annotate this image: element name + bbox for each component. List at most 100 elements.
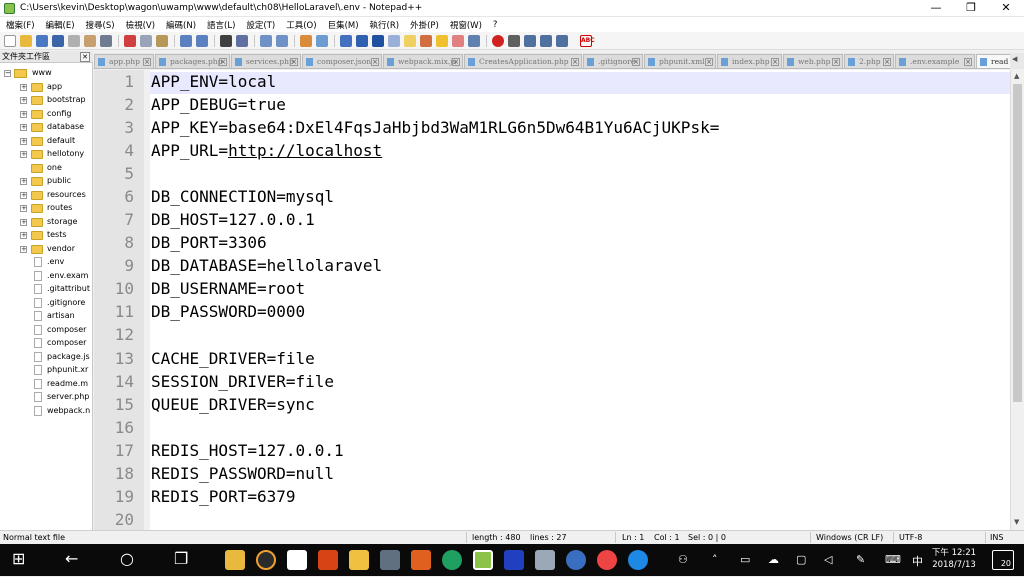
code-editor[interactable]: 1 APP_ENV=local 2 APP_DEBUG=true 3 APP_K… xyxy=(94,70,1010,530)
menu-help[interactable]: ? xyxy=(493,20,498,30)
tab-composer-json[interactable]: composer.json × xyxy=(302,54,382,68)
vertical-scrollbar[interactable]: ▲ ▼ xyxy=(1010,70,1024,530)
task-view-icon[interactable]: ❐ xyxy=(174,549,188,569)
close-file-icon[interactable] xyxy=(68,35,80,47)
keyboard-icon[interactable]: ⌨ xyxy=(885,553,901,566)
app-circle-icon[interactable] xyxy=(256,550,276,570)
run-macro-multiple-icon[interactable] xyxy=(540,35,552,47)
back-icon[interactable]: ← xyxy=(65,549,78,569)
monitor-icon[interactable] xyxy=(468,35,480,47)
tree-folder[interactable]: + config xyxy=(0,108,93,121)
menu-tools[interactable]: 工具(O) xyxy=(286,19,316,31)
search-icon[interactable]: ○ xyxy=(120,549,134,569)
tab-2-php[interactable]: 2.php × xyxy=(844,54,894,68)
code-line[interactable]: DB_PASSWORD=0000 xyxy=(151,302,305,321)
tab-close-icon[interactable]: × xyxy=(290,58,298,66)
tree-file[interactable]: webpack.n xyxy=(0,405,93,418)
scroll-up-icon[interactable]: ▲ xyxy=(1014,72,1019,80)
code-line[interactable]: DB_PORT=3306 xyxy=(151,233,267,252)
expand-icon[interactable]: + xyxy=(20,111,27,118)
cut-icon[interactable] xyxy=(124,35,136,47)
menu-edit[interactable]: 編輯(E) xyxy=(46,19,75,31)
tree-file[interactable]: composer xyxy=(0,337,93,350)
tree-file[interactable]: composer xyxy=(0,324,93,337)
tree-root-www[interactable]: − www xyxy=(0,67,93,80)
tree-file[interactable]: artisan xyxy=(0,310,93,323)
tree-file[interactable]: .env xyxy=(0,256,93,269)
code-line[interactable]: DB_CONNECTION=mysql xyxy=(151,187,334,206)
stop-macro-icon[interactable] xyxy=(508,35,520,47)
expand-icon[interactable]: + xyxy=(20,219,27,226)
encoding-status[interactable]: UTF-8 xyxy=(899,533,922,542)
app-yellow-icon[interactable] xyxy=(349,550,369,570)
code-line[interactable]: QUEUE_DRIVER=sync xyxy=(151,395,315,414)
show-all-chars-icon[interactable] xyxy=(356,35,368,47)
new-file-icon[interactable] xyxy=(4,35,16,47)
save-all-icon[interactable] xyxy=(52,35,64,47)
menu-macro[interactable]: 巨集(M) xyxy=(328,19,359,31)
expand-icon[interactable]: + xyxy=(20,124,27,131)
tree-file[interactable]: .gitattribut xyxy=(0,283,93,296)
code-line[interactable]: DB_USERNAME=root xyxy=(151,279,305,298)
menu-search[interactable]: 搜尋(S) xyxy=(86,19,115,31)
tab-close-icon[interactable]: × xyxy=(705,58,713,66)
tab-index-php[interactable]: index.php × xyxy=(717,54,782,68)
edge-icon[interactable] xyxy=(628,550,648,570)
tab-app-php[interactable]: app.php × xyxy=(94,54,154,68)
menu-view[interactable]: 檢視(V) xyxy=(126,19,155,31)
menu-window[interactable]: 視窗(W) xyxy=(450,19,482,31)
ime-indicator[interactable]: 中 xyxy=(912,553,923,569)
zoom-out-icon[interactable] xyxy=(276,35,288,47)
tab-env-example[interactable]: .env.example × xyxy=(895,54,975,68)
tree-file[interactable]: .env.exam xyxy=(0,270,93,283)
tree-folder[interactable]: + database xyxy=(0,121,93,134)
tree-file[interactable]: readme.m xyxy=(0,378,93,391)
undo-icon[interactable] xyxy=(180,35,192,47)
virtualbox-icon[interactable] xyxy=(380,550,400,570)
tab-readme-active[interactable]: read xyxy=(976,54,1010,68)
notepadpp-taskbar-icon[interactable] xyxy=(473,550,493,570)
code-line[interactable]: REDIS_PASSWORD=null xyxy=(151,464,334,483)
tree-folder[interactable]: + hellotony xyxy=(0,148,93,161)
close-button[interactable]: ✕ xyxy=(990,0,1022,17)
menu-settings[interactable]: 設定(T) xyxy=(246,19,275,31)
tab-gitignore[interactable]: .gitignore × xyxy=(583,54,643,68)
panel-icon[interactable] xyxy=(452,35,464,47)
app-green-icon[interactable] xyxy=(442,550,462,570)
record-macro-icon[interactable] xyxy=(492,35,504,47)
expand-icon[interactable]: + xyxy=(20,178,27,185)
battery-icon[interactable]: ▭ xyxy=(740,553,750,566)
sync-horizontal-icon[interactable] xyxy=(316,35,328,47)
find-icon[interactable] xyxy=(220,35,232,47)
tab-phpunit-xml[interactable]: phpunit.xml × xyxy=(644,54,716,68)
folder-workspace-icon[interactable] xyxy=(436,35,448,47)
expand-icon[interactable]: + xyxy=(20,192,27,199)
expand-icon[interactable]: + xyxy=(20,97,27,104)
code-line[interactable]: DB_DATABASE=hellolaravel xyxy=(151,256,382,275)
monitor-icon[interactable]: ▢ xyxy=(796,553,806,566)
tab-close-icon[interactable]: × xyxy=(832,58,840,66)
menu-file[interactable]: 檔案(F) xyxy=(6,19,35,31)
scroll-down-icon[interactable]: ▼ xyxy=(1014,518,1019,526)
tab-close-icon[interactable]: × xyxy=(371,58,379,66)
tree-folder[interactable]: + public xyxy=(0,175,93,188)
tree-file[interactable]: server.php xyxy=(0,391,93,404)
close-all-icon[interactable] xyxy=(84,35,96,47)
chevron-up-icon[interactable]: ˄ xyxy=(712,553,718,566)
redo-icon[interactable] xyxy=(196,35,208,47)
code-line[interactable]: APP_KEY=base64:DxEl4FqsJaHbjbd3WaM1RLG6n… xyxy=(151,118,719,137)
tree-file[interactable]: package.js xyxy=(0,351,93,364)
tree-file[interactable]: .gitignore xyxy=(0,297,93,310)
tab-webpack-mix-js[interactable]: webpack.mix.js × xyxy=(383,54,463,68)
lang-format-icon[interactable] xyxy=(388,35,400,47)
tab-close-icon[interactable]: × xyxy=(964,58,972,66)
code-line[interactable]: SESSION_DRIVER=file xyxy=(151,372,334,391)
tree-file[interactable]: phpunit.xr xyxy=(0,364,93,377)
tree-folder[interactable]: + resources xyxy=(0,189,93,202)
tab-createsapplication-php[interactable]: CreatesApplication.php × xyxy=(464,54,582,68)
chrome-icon[interactable] xyxy=(597,550,617,570)
tree-folder[interactable]: + app xyxy=(0,81,93,94)
app-window-icon[interactable] xyxy=(535,550,555,570)
expand-icon[interactable]: + xyxy=(20,151,27,158)
code-line[interactable]: REDIS_HOST=127.0.0.1 xyxy=(151,441,344,460)
